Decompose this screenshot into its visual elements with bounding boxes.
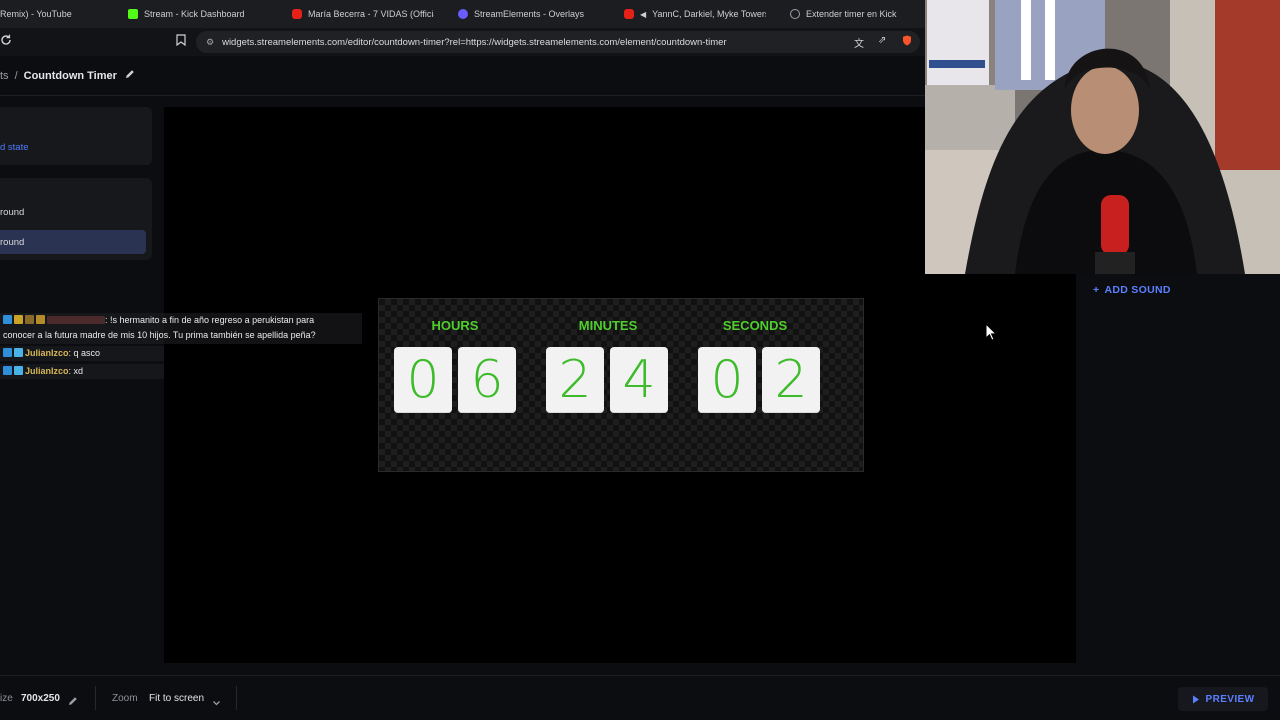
chat-overlay: : !s hermanito a fin de año regreso a pe… [0,313,362,379]
mouse-cursor-icon [985,322,998,341]
seconds-digit-tens: 0 [698,347,756,413]
badge-icon [14,315,23,324]
browser-tab-streamelements[interactable]: StreamElements - Overlays [446,0,612,28]
breadcrumb-separator: / [14,69,18,82]
chat-username-hidden [47,316,105,324]
chat-text: : !s hermanito a fin de año regreso a pe… [105,315,315,325]
badge-icon [3,315,12,324]
badge-icon [14,366,23,375]
url-text: widgets.streamelements.com/editor/countd… [222,36,727,48]
page-title: Countdown Timer [23,69,117,82]
site-info-icon[interactable]: ⚙ [206,37,214,48]
add-sound-button[interactable]: + ADD SOUND [1093,284,1171,296]
tab-label: StreamElements - Overlays [474,9,585,19]
hours-digit-tens: 0 [394,347,452,413]
browser-tab-extender-timer[interactable]: Extender timer en Kick [778,0,924,28]
minutes-digit-ones: 4 [610,347,668,413]
kick-icon [128,9,138,19]
tab-label: Extender timer en Kick [806,9,897,19]
bottom-toolbar: ize 700x250 Zoom Fit to screen PREVIEW [0,675,1280,720]
chat-line: conocer a la futura madre de mis 10 hijo… [0,328,362,343]
browser-tab-maria-becerra[interactable]: María Becerra - 7 VIDAS (Official Vi [280,0,446,28]
pencil-icon[interactable] [68,693,78,711]
tab-label: María Becerra - 7 VIDAS (Official Vi [308,9,434,19]
tab-label: Remix) - YouTube [0,9,72,19]
layer-item[interactable]: round [0,207,24,218]
tab-label: YannC, Darkiel, Myke Towers, El [652,9,766,19]
layer-item-label: round [0,237,25,248]
preview-button[interactable]: PREVIEW [1178,687,1268,711]
chat-line: JulianIzco: xd [0,364,164,379]
minutes-label: MINUTES [578,318,638,333]
browser-tab-yannc[interactable]: ◀ YannC, Darkiel, Myke Towers, El [612,0,778,28]
size-value: 700x250 [21,693,60,704]
add-state-link[interactable]: d state [0,142,29,153]
chat-line: JulianIzco: q asco [0,346,164,361]
browser-tab-youtube-remix[interactable]: Remix) - YouTube [0,0,116,28]
badge-icon [25,315,34,324]
chat-line: : !s hermanito a fin de año regreso a pe… [0,313,362,328]
browser-tab-kick-dashboard[interactable]: Stream - Kick Dashboard [116,0,280,28]
chat-message: JulianIzco: q asco [0,346,164,361]
share-icon[interactable]: ⇗ [878,35,886,46]
divider [95,686,96,710]
divider [236,686,237,710]
speaker-icon: ◀ [640,9,647,19]
chat-text: : q asco [68,348,101,358]
seconds-label: SECONDS [722,318,788,333]
chevron-down-icon[interactable] [212,694,221,712]
size-label: ize [0,693,13,704]
editor-header: ts / Countdown Timer [0,56,925,96]
globe-icon [790,9,800,19]
youtube-icon [624,9,634,19]
chat-text: conocer a la futura madre de mis 10 hijo… [3,330,316,340]
webcam-feed [925,0,1280,274]
chat-username: JulianIzco [25,366,69,376]
url-field[interactable]: ⚙ widgets.streamelements.com/editor/coun… [196,31,920,53]
brave-shield-icon[interactable] [902,35,912,49]
bookmark-icon[interactable] [176,34,188,48]
badge-icon [3,366,12,375]
pencil-icon[interactable] [125,69,135,82]
streamelements-icon [458,9,468,19]
panel-card-state: d state [0,107,152,165]
hours-digit-ones: 6 [458,347,516,413]
chat-message: JulianIzco: xd [0,364,164,379]
badge-icon [14,348,23,357]
panel-card-layers: round round [0,178,152,260]
minutes-digit-tens: 2 [546,347,604,413]
screen: Remix) - YouTube Stream - Kick Dashboard… [0,0,1280,720]
seconds-digit-ones: 2 [762,347,820,413]
youtube-icon [292,9,302,19]
preview-label: PREVIEW [1205,693,1255,705]
play-icon [1192,695,1199,703]
hours-label: HOURS [431,318,479,333]
add-sound-label: ADD SOUND [1104,284,1171,296]
address-bar: ⚙ widgets.streamelements.com/editor/coun… [0,28,925,56]
chat-message: : !s hermanito a fin de año regreso a pe… [0,313,362,344]
zoom-select[interactable]: Fit to screen [149,693,204,704]
webcam-image [925,0,1280,274]
tab-label: Stream - Kick Dashboard [144,9,245,19]
chat-username: JulianIzco [25,348,69,358]
chat-text: : xd [68,366,84,376]
zoom-label: Zoom [112,693,138,704]
reload-icon[interactable] [0,34,16,50]
plus-icon: + [1093,284,1100,296]
translate-icon[interactable]: 文 [854,35,864,50]
badge-icon [36,315,45,324]
countdown-widget[interactable]: HOURS MINUTES SECONDS 0 6 2 4 0 2 [378,298,864,472]
badge-icon [3,348,12,357]
breadcrumb-parent[interactable]: ts [0,70,9,82]
